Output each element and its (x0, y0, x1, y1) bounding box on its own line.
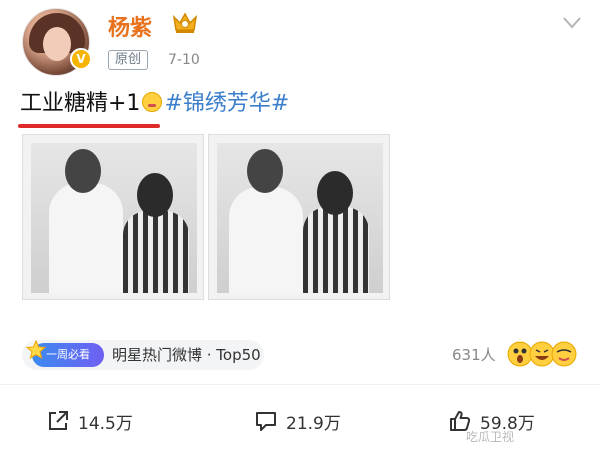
comment-icon (256, 412, 276, 431)
woman-figure (123, 211, 189, 293)
chevron-down-icon[interactable] (562, 16, 582, 30)
photo-content (217, 143, 383, 293)
author-name[interactable]: 杨紫 (108, 10, 152, 42)
woman-figure (303, 207, 369, 293)
divider (0, 384, 600, 385)
share-count: 14.5万 (78, 413, 133, 434)
post-date: 7-10 (168, 52, 200, 68)
man-head (247, 149, 283, 193)
photo-content (31, 143, 197, 293)
watermark: 吃瓜卫视 (466, 430, 515, 444)
ranking-text: 明星热门微博 · Top50 (112, 346, 261, 364)
verified-icon: V (70, 48, 92, 70)
man-figure (49, 183, 123, 293)
reaction-count[interactable]: 631人 (452, 344, 496, 366)
original-tag: 原创 (108, 50, 149, 70)
polaroid-photo-1[interactable] (22, 134, 204, 300)
man-figure (229, 187, 303, 293)
star-icon (26, 340, 46, 360)
reaction-emoji-icons[interactable] (506, 340, 580, 368)
man-head (65, 149, 101, 193)
woman-head (137, 173, 173, 217)
post-main-text: 工业糖精+1 (20, 91, 141, 116)
comment-button[interactable]: 21.9万 (254, 406, 341, 436)
hashtag-link[interactable]: #锦绣芳华# (164, 91, 289, 116)
emoji-icon (142, 92, 163, 112)
post-header: V 杨紫 原创 7-10 (0, 0, 600, 80)
comment-count: 21.9万 (286, 413, 341, 434)
share-button[interactable]: 14.5万 (46, 406, 133, 436)
post-text: 工业糖精+1 #锦绣芳华# (20, 88, 289, 120)
red-underline (18, 124, 160, 128)
woman-head (317, 171, 353, 215)
crown-badge-icon (172, 12, 198, 33)
avatar-face (43, 27, 71, 61)
share-icon (49, 411, 68, 430)
polaroid-photo-2[interactable] (208, 134, 390, 300)
